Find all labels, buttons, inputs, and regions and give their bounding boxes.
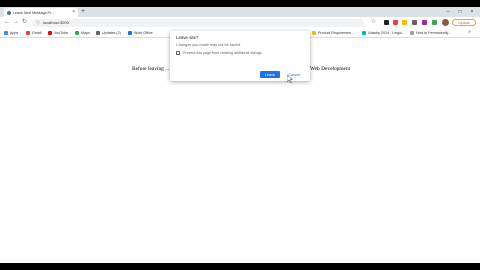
bookmark-item[interactable]: Product Requiremen...	[312, 30, 354, 36]
toolbar: ← → ↻ ⓘ localhost:3000 ☆ Update	[0, 17, 480, 28]
bookmark-item[interactable]: Updates (2)	[96, 30, 121, 36]
avatar[interactable]	[442, 19, 449, 26]
page-heading-tail: Web Development	[310, 66, 351, 72]
extension-icon[interactable]	[393, 20, 398, 25]
udacity-icon	[362, 31, 366, 35]
prevent-dialogs-checkbox[interactable]	[176, 51, 180, 55]
update-button[interactable]: Update	[452, 19, 476, 26]
document-icon	[312, 31, 316, 35]
extension-icon[interactable]	[422, 20, 427, 25]
letterbox-top	[0, 0, 480, 7]
letterbox-bottom	[0, 263, 480, 270]
bookmark-star-icon[interactable]: ☆	[371, 19, 376, 26]
extension-icon[interactable]	[412, 20, 417, 25]
bookmark-label: Udacity 2024 - Lingui...	[368, 31, 405, 35]
bookmark-label: YouTube	[54, 31, 69, 35]
dialog-message: Changes you made may not be saved.	[176, 43, 242, 47]
bookmark-item[interactable]: Apps	[4, 30, 18, 36]
bookmark-item[interactable]: Gmail	[26, 30, 41, 36]
leave-site-dialog: Leave site? Changes you made may not be …	[170, 31, 310, 81]
apps-icon	[4, 31, 8, 35]
checkbox-label: Prevent this page from creating addition…	[183, 51, 262, 55]
dialog-title: Leave site?	[176, 35, 199, 40]
url-text[interactable]: localhost:3000	[43, 20, 69, 25]
extension-icon[interactable]	[432, 20, 437, 25]
prevent-dialogs-option[interactable]: Prevent this page from creating addition…	[176, 51, 262, 55]
globe-icon	[7, 10, 11, 15]
tab-active[interactable]: Leave Alert Message Pr... ×	[4, 8, 78, 17]
info-icon[interactable]: ⓘ	[36, 20, 40, 26]
address-bar[interactable]: ⓘ localhost:3000	[32, 18, 364, 27]
tab-strip: Leave Alert Message Pr... × + – □ ×	[0, 7, 480, 17]
minimize-button[interactable]: –	[442, 7, 454, 17]
bookmark-label: How to Permanently...	[416, 31, 452, 35]
bookmark-label: Maps	[81, 31, 90, 35]
bookmark-label: Apps	[10, 31, 19, 35]
bookmark-label: Updates (2)	[102, 31, 121, 35]
new-tab-button[interactable]: +	[81, 8, 85, 16]
youtube-icon	[48, 31, 52, 35]
bookmark-item[interactable]: Maps	[75, 30, 90, 36]
bookmark-label: Product Requiremen...	[318, 31, 354, 35]
bookmarks-overflow-button[interactable]: »	[468, 29, 471, 35]
bookmark-label: Gmail	[32, 31, 42, 35]
gmail-icon	[26, 31, 30, 35]
bookmark-item[interactable]: Udacity 2024 - Lingui...	[362, 30, 405, 36]
bookmark-item[interactable]: How to Permanently...	[410, 30, 451, 36]
updates-icon	[96, 31, 100, 35]
bookmark-item[interactable]: YouTube	[48, 30, 68, 36]
mouse-pointer-icon	[287, 75, 293, 83]
extension-icon[interactable]	[402, 20, 407, 25]
extension-icon[interactable]	[384, 20, 389, 25]
maps-icon	[75, 31, 79, 35]
browser-window: Leave Alert Message Pr... × + – □ × ← → …	[0, 7, 480, 263]
work-office-icon	[128, 31, 132, 35]
close-icon[interactable]: ×	[72, 10, 75, 15]
bookmark-label: Work Office	[134, 31, 153, 35]
reload-button[interactable]: ↻	[22, 18, 27, 27]
tab-title: Leave Alert Message Pr...	[13, 10, 54, 15]
window-close-button[interactable]: ×	[466, 7, 478, 17]
bookmark-item[interactable]: Work Office	[128, 30, 153, 36]
maximize-button[interactable]: □	[454, 7, 466, 17]
forward-button[interactable]: →	[13, 18, 19, 27]
back-button[interactable]: ←	[4, 18, 10, 27]
leave-button[interactable]: Leave	[260, 71, 280, 78]
article-icon	[410, 31, 414, 35]
